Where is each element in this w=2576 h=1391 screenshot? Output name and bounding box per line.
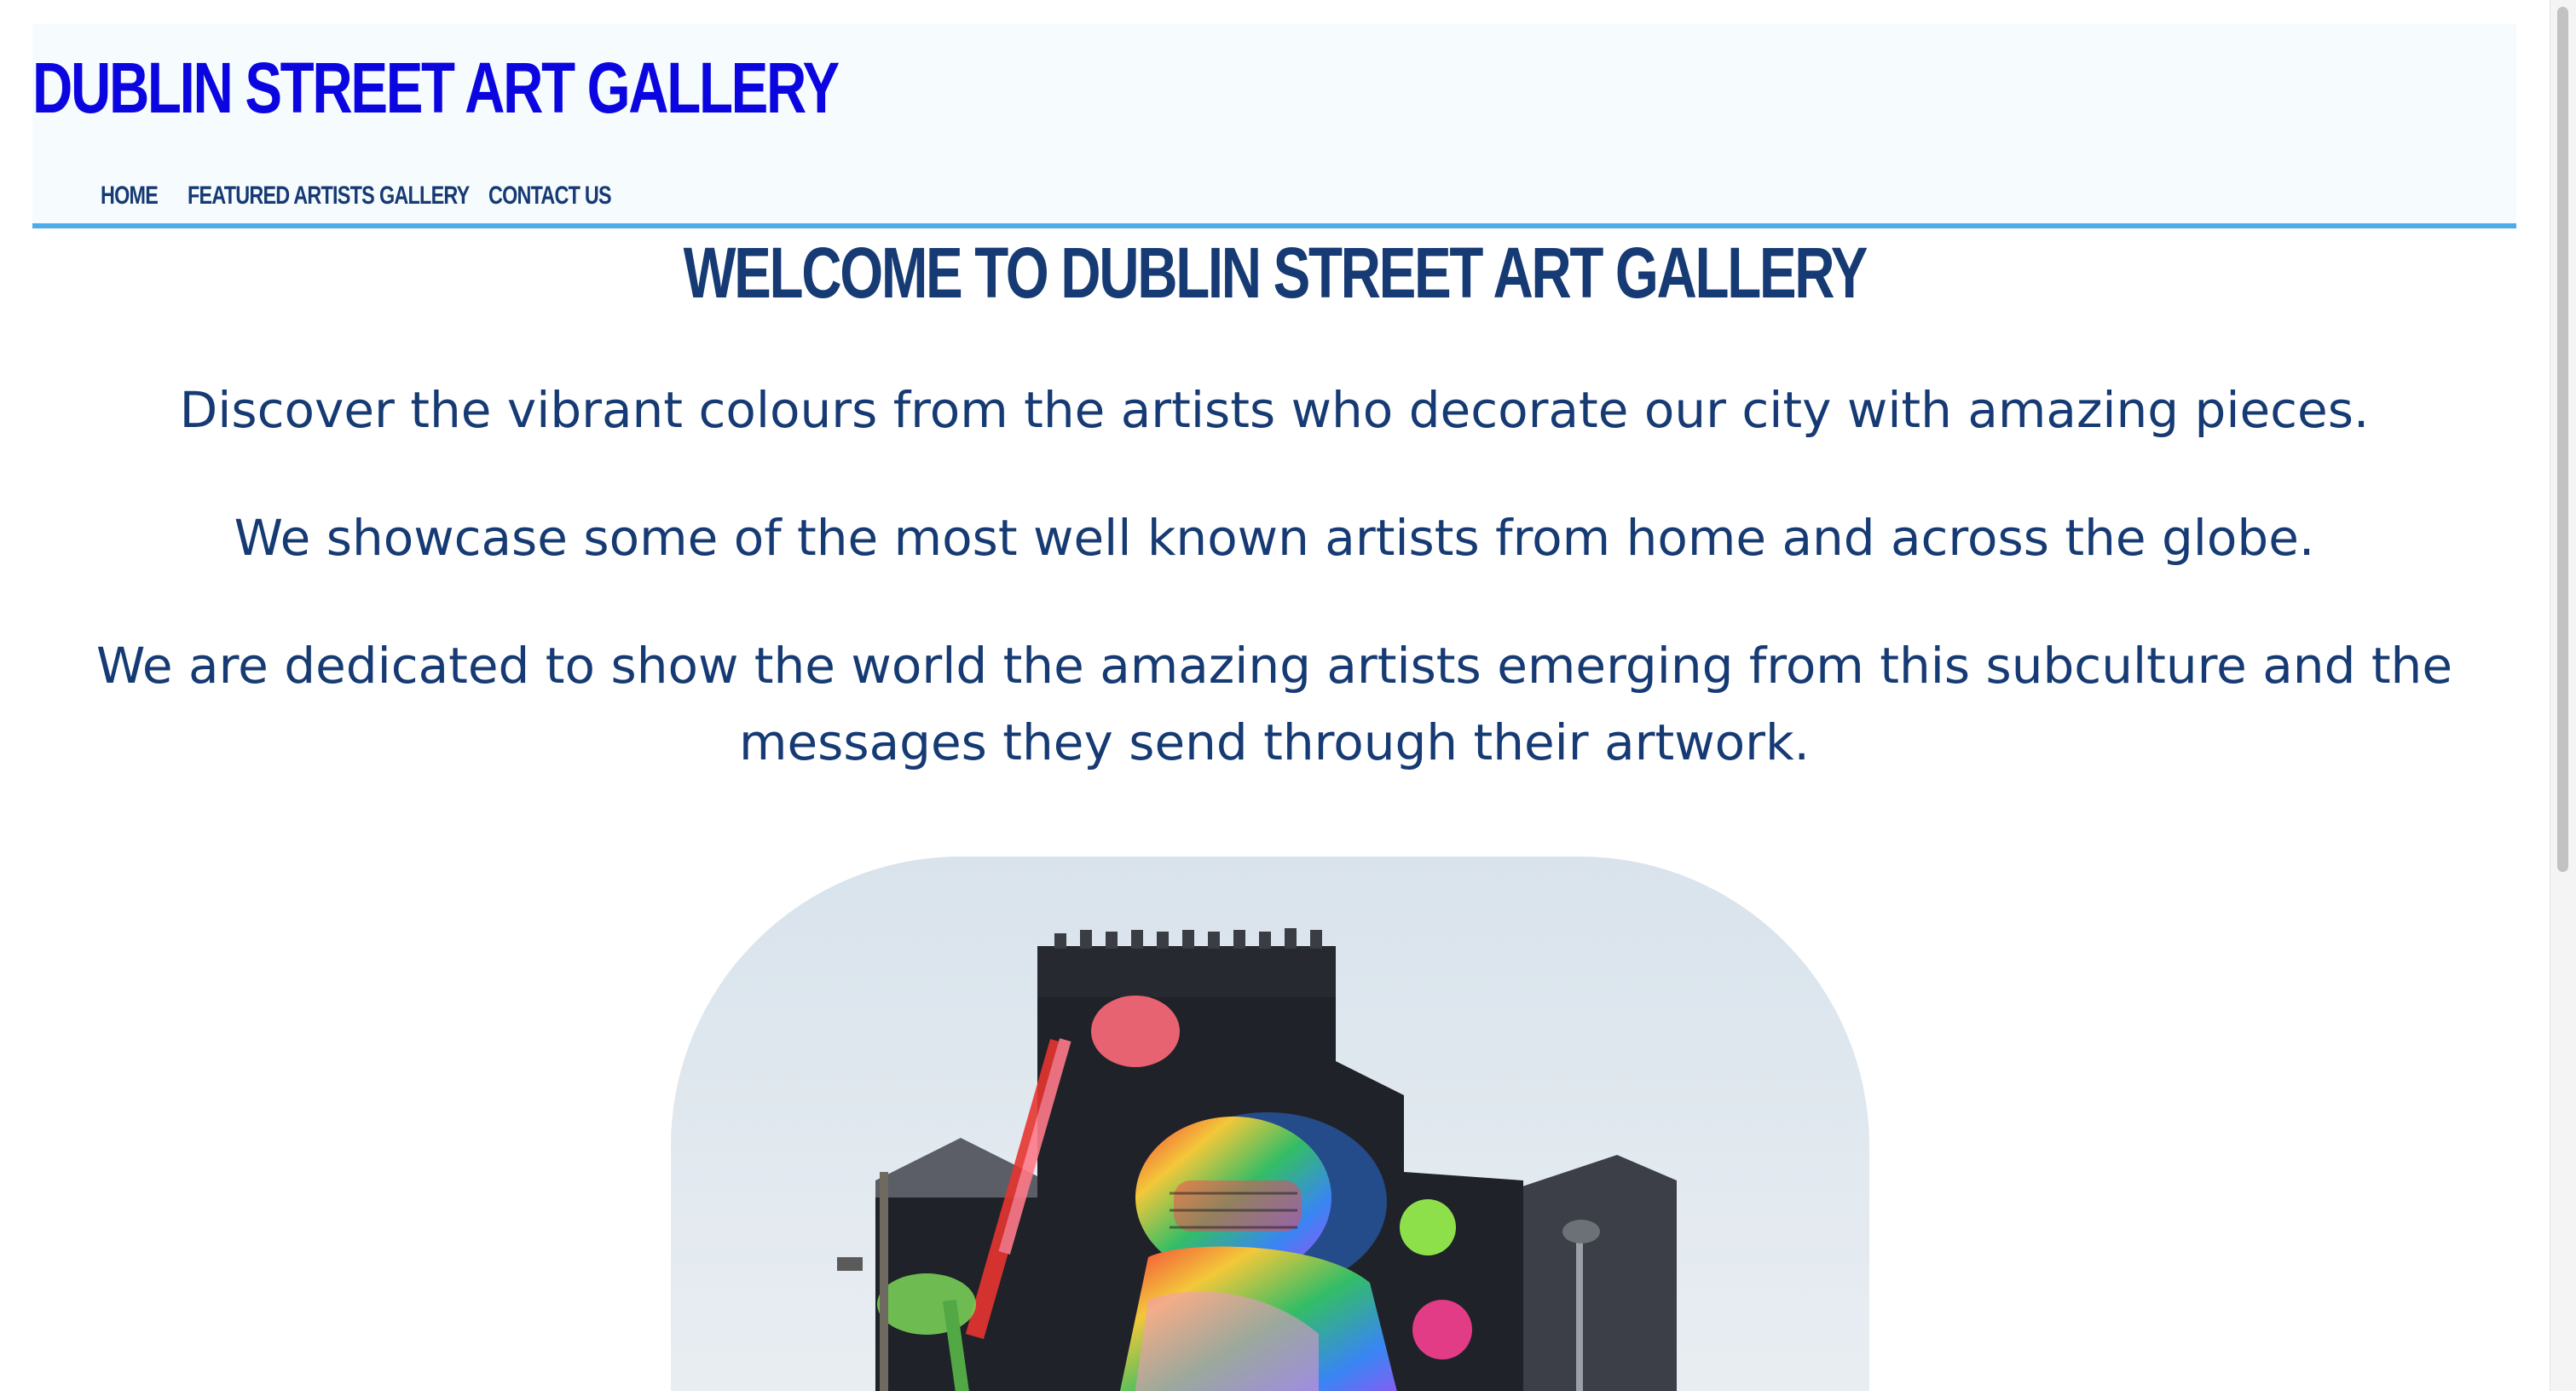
intro-paragraph-showcase: We showcase some of the most well known … [234, 509, 2315, 567]
vertical-scrollbar[interactable] [2550, 0, 2576, 1391]
nav-link-contact-us[interactable]: Contact Us [488, 177, 612, 215]
nav-item-gallery: Gallery [379, 177, 488, 215]
nav-link-home[interactable]: Home [101, 177, 169, 215]
nav-link-featured-artists[interactable]: Featured Artists [188, 177, 375, 215]
intro-paragraph-discover: Discover the vibrant colours from the ar… [179, 381, 2370, 439]
hero-mural-image [671, 857, 1869, 1391]
nav-link-gallery[interactable]: Gallery [379, 177, 470, 215]
site-title[interactable]: Dublin Street Art Gallery [32, 49, 840, 126]
mural-illustration [671, 857, 1869, 1391]
welcome-heading-text: Welcome to Dublin Street Art Gallery [683, 233, 1868, 313]
nav-item-featured-artists: Featured Artists [188, 177, 379, 215]
main-nav: Home Featured Artists Gallery Contact Us [101, 177, 612, 215]
nav-item-contact-us: Contact Us [488, 177, 612, 215]
nav-item-home: Home [101, 177, 188, 215]
page: Dublin Street Art Gallery Home Featured … [0, 0, 2576, 1391]
scrollbar-thumb[interactable] [2557, 7, 2568, 872]
intro-paragraph-dedicated: We are dedicated to show the world the a… [95, 637, 2453, 771]
welcome-heading: Welcome to Dublin Street Art Gallery [0, 230, 2549, 315]
site-header: Dublin Street Art Gallery Home Featured … [32, 24, 2516, 228]
